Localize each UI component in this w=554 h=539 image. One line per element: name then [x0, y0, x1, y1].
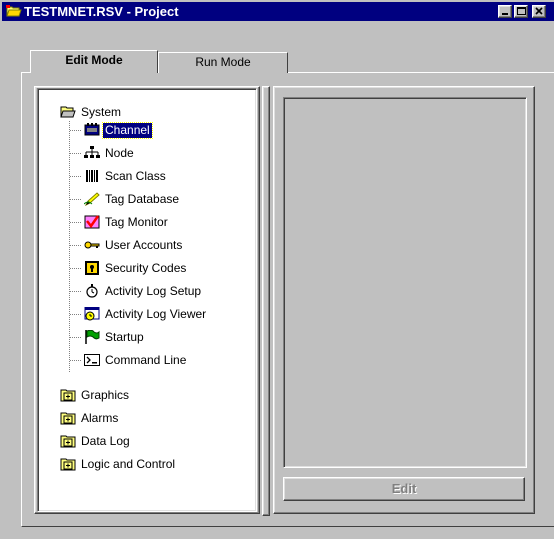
tree-item-node[interactable]: Node	[84, 144, 136, 162]
clock-window-icon	[84, 307, 100, 321]
tab-edit-mode-label: Edit Mode	[65, 53, 123, 67]
tree-item-scan-class[interactable]: Scan Class	[84, 167, 168, 185]
tree-item-label: Graphics	[81, 387, 130, 402]
maximize-icon	[517, 7, 526, 15]
project-folder-icon	[6, 5, 22, 17]
tree-item-tag-monitor[interactable]: Tag Monitor	[84, 213, 170, 231]
project-window: TESTMNET.RSV - Project Edit Mode Run Mod…	[0, 0, 554, 539]
checkmark-monitor-icon	[84, 215, 100, 229]
tree-item-label: Security Codes	[105, 260, 187, 275]
tab-run-mode-label: Run Mode	[195, 55, 251, 69]
tree-item-data-log[interactable]: Data Log	[60, 432, 132, 450]
collapsed-folder-icon	[60, 458, 76, 471]
close-icon	[535, 7, 543, 15]
window-title: TESTMNET.RSV - Project	[24, 4, 179, 19]
tree-item-graphics[interactable]: Graphics	[60, 386, 131, 404]
tree-item-user-accounts[interactable]: User Accounts	[84, 236, 184, 254]
node-network-icon	[84, 146, 100, 158]
tree-item-label: System	[81, 104, 122, 119]
edit-button[interactable]: Edit	[283, 477, 525, 501]
tree-item-label: Activity Log Setup	[105, 283, 202, 298]
tree-item-alarms[interactable]: Alarms	[60, 409, 120, 427]
tree-item-activity-log-setup[interactable]: Activity Log Setup	[84, 282, 203, 300]
pencil-icon	[84, 192, 100, 206]
project-tree[interactable]: System Channel Node Scan Class Tag Datab…	[37, 88, 257, 512]
tree-item-label: Node	[105, 145, 134, 160]
tree-item-label: Tag Monitor	[105, 214, 168, 229]
tree-item-label: Channel	[102, 121, 153, 139]
maximize-button[interactable]	[514, 5, 528, 18]
tree-item-label: Data Log	[81, 433, 130, 448]
close-button[interactable]	[532, 5, 546, 18]
minimize-icon	[502, 13, 508, 15]
open-folder-icon	[60, 106, 76, 118]
collapsed-folder-icon	[60, 389, 76, 402]
panel-splitter[interactable]	[262, 86, 270, 516]
stopwatch-icon	[86, 284, 98, 298]
command-prompt-icon	[84, 354, 100, 366]
tree-item-system[interactable]: System	[60, 103, 123, 121]
tree-item-command-line[interactable]: Command Line	[84, 351, 188, 369]
tree-item-label: Alarms	[81, 410, 119, 425]
edit-button-label: Edit	[391, 481, 417, 496]
tree-item-logic-and-control[interactable]: Logic and Control	[60, 455, 177, 473]
tree-item-activity-log-viewer[interactable]: Activity Log Viewer	[84, 305, 208, 323]
tree-item-tag-database[interactable]: Tag Database	[84, 190, 181, 208]
minimize-button[interactable]	[498, 5, 512, 18]
green-flag-icon	[85, 330, 100, 344]
collapsed-folder-icon	[60, 435, 76, 448]
tab-run-mode[interactable]: Run Mode	[158, 52, 288, 73]
lock-icon	[85, 261, 99, 275]
tree-item-label: Command Line	[105, 352, 187, 367]
detail-view	[283, 97, 527, 468]
tree-item-label: Activity Log Viewer	[105, 306, 207, 321]
tree-item-label: User Accounts	[105, 237, 183, 252]
tree-item-channel[interactable]: Channel	[84, 121, 153, 139]
title-bar[interactable]: TESTMNET.RSV - Project	[2, 2, 554, 21]
tree-item-security-codes[interactable]: Security Codes	[84, 259, 188, 277]
tree-item-startup[interactable]: Startup	[84, 328, 146, 346]
tree-item-label: Scan Class	[105, 168, 166, 183]
collapsed-folder-icon	[60, 412, 76, 425]
key-icon	[84, 241, 100, 249]
barcode-icon	[86, 170, 98, 182]
channel-icon	[84, 123, 100, 136]
tree-item-label: Logic and Control	[81, 456, 176, 471]
tree-item-label: Startup	[105, 329, 144, 344]
tree-item-label: Tag Database	[105, 191, 180, 206]
tab-edit-mode[interactable]: Edit Mode	[30, 50, 158, 73]
